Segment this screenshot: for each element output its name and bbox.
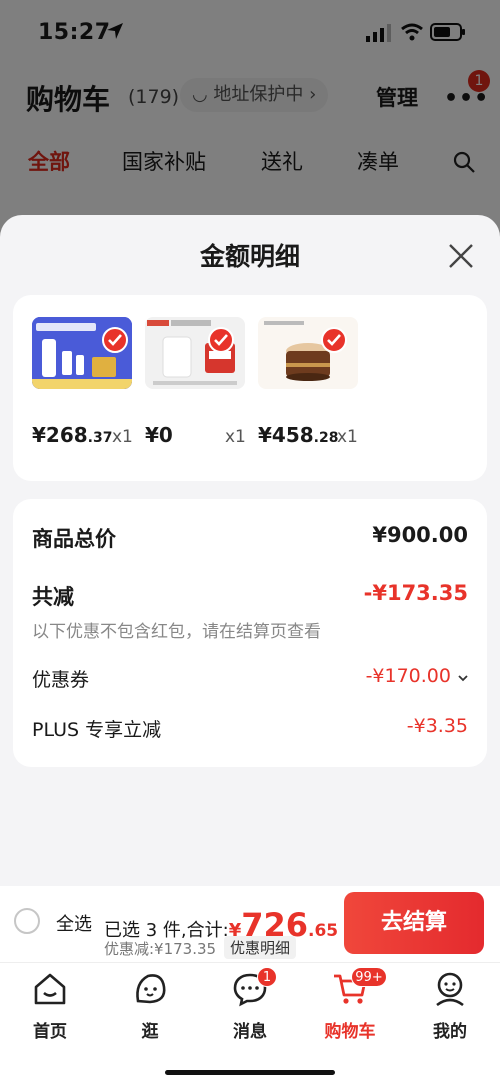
selected-products-card: ¥268.37 x1 ¥0 x1 ¥458.28 x1 xyxy=(13,295,487,481)
coupon-value[interactable]: -¥170.00 xyxy=(366,665,451,687)
total-price-label: 商品总价 xyxy=(32,527,116,551)
bottom-tab-bar: 首页 逛 1 消息 99+ 购物车 我的 xyxy=(0,962,500,1083)
chevron-down-icon[interactable] xyxy=(457,673,469,683)
close-icon[interactable] xyxy=(447,242,475,270)
tab-browse[interactable]: 逛 xyxy=(105,969,195,1049)
product-image xyxy=(145,317,245,389)
tab-profile[interactable]: 我的 xyxy=(405,969,495,1049)
cart-badge: 99+ xyxy=(351,967,387,987)
plus-discount-label: PLUS 专享立减 xyxy=(32,719,162,741)
checked-icon xyxy=(208,327,234,353)
select-all-label[interactable]: 全选 xyxy=(56,910,92,936)
select-all-checkbox[interactable] xyxy=(14,908,40,934)
home-icon xyxy=(34,973,66,1005)
total-price-value: ¥900.00 xyxy=(372,523,468,547)
plus-discount-value: -¥3.35 xyxy=(406,715,468,737)
tab-browse-label: 逛 xyxy=(141,1022,159,1042)
reduction-label: 共减 xyxy=(32,585,74,609)
product-price: ¥268.37 xyxy=(32,423,113,447)
tab-cart[interactable]: 99+ 购物车 xyxy=(305,967,395,1049)
product-image xyxy=(258,317,358,389)
messages-badge: 1 xyxy=(257,967,277,987)
tab-messages[interactable]: 1 消息 xyxy=(205,967,295,1049)
tab-cart-label: 购物车 xyxy=(324,1022,376,1042)
reduction-value: -¥173.35 xyxy=(363,581,468,605)
product-quantity: x1 xyxy=(337,427,358,447)
profile-icon xyxy=(436,972,464,1007)
home-indicator xyxy=(165,1070,335,1075)
product-quantity: x1 xyxy=(225,427,246,447)
tab-home[interactable]: 首页 xyxy=(5,969,95,1049)
product-quantity: x1 xyxy=(112,427,133,447)
checked-icon xyxy=(321,327,347,353)
tab-profile-label: 我的 xyxy=(433,1022,467,1042)
coupon-label: 优惠券 xyxy=(32,669,90,691)
sheet-title: 金额明细 xyxy=(199,242,300,271)
discount-detail-button[interactable]: 优惠明细 xyxy=(224,936,297,959)
price-summary-card: 商品总价 ¥900.00 共减 -¥173.35 以下优惠不包含红包，请在结算页… xyxy=(13,499,487,767)
total-amount-decimal: .65 xyxy=(308,921,339,941)
checkout-button[interactable]: 去结算 xyxy=(344,892,484,954)
discount-summary: 优惠减:¥173.35 xyxy=(104,940,217,958)
reduction-note: 以下优惠不包含红包，请在结算页查看 xyxy=(32,622,321,642)
tab-messages-label: 消息 xyxy=(233,1022,267,1042)
browse-face-icon xyxy=(136,974,166,1004)
checkout-bar: 全选 已选 3 件,合计:¥726.65 优惠减:¥173.35 优惠明细 去结… xyxy=(0,886,500,962)
product-price: ¥458.28 xyxy=(258,423,339,447)
checked-icon xyxy=(102,327,128,353)
product-price: ¥0 xyxy=(145,423,173,447)
tab-home-label: 首页 xyxy=(33,1022,67,1042)
